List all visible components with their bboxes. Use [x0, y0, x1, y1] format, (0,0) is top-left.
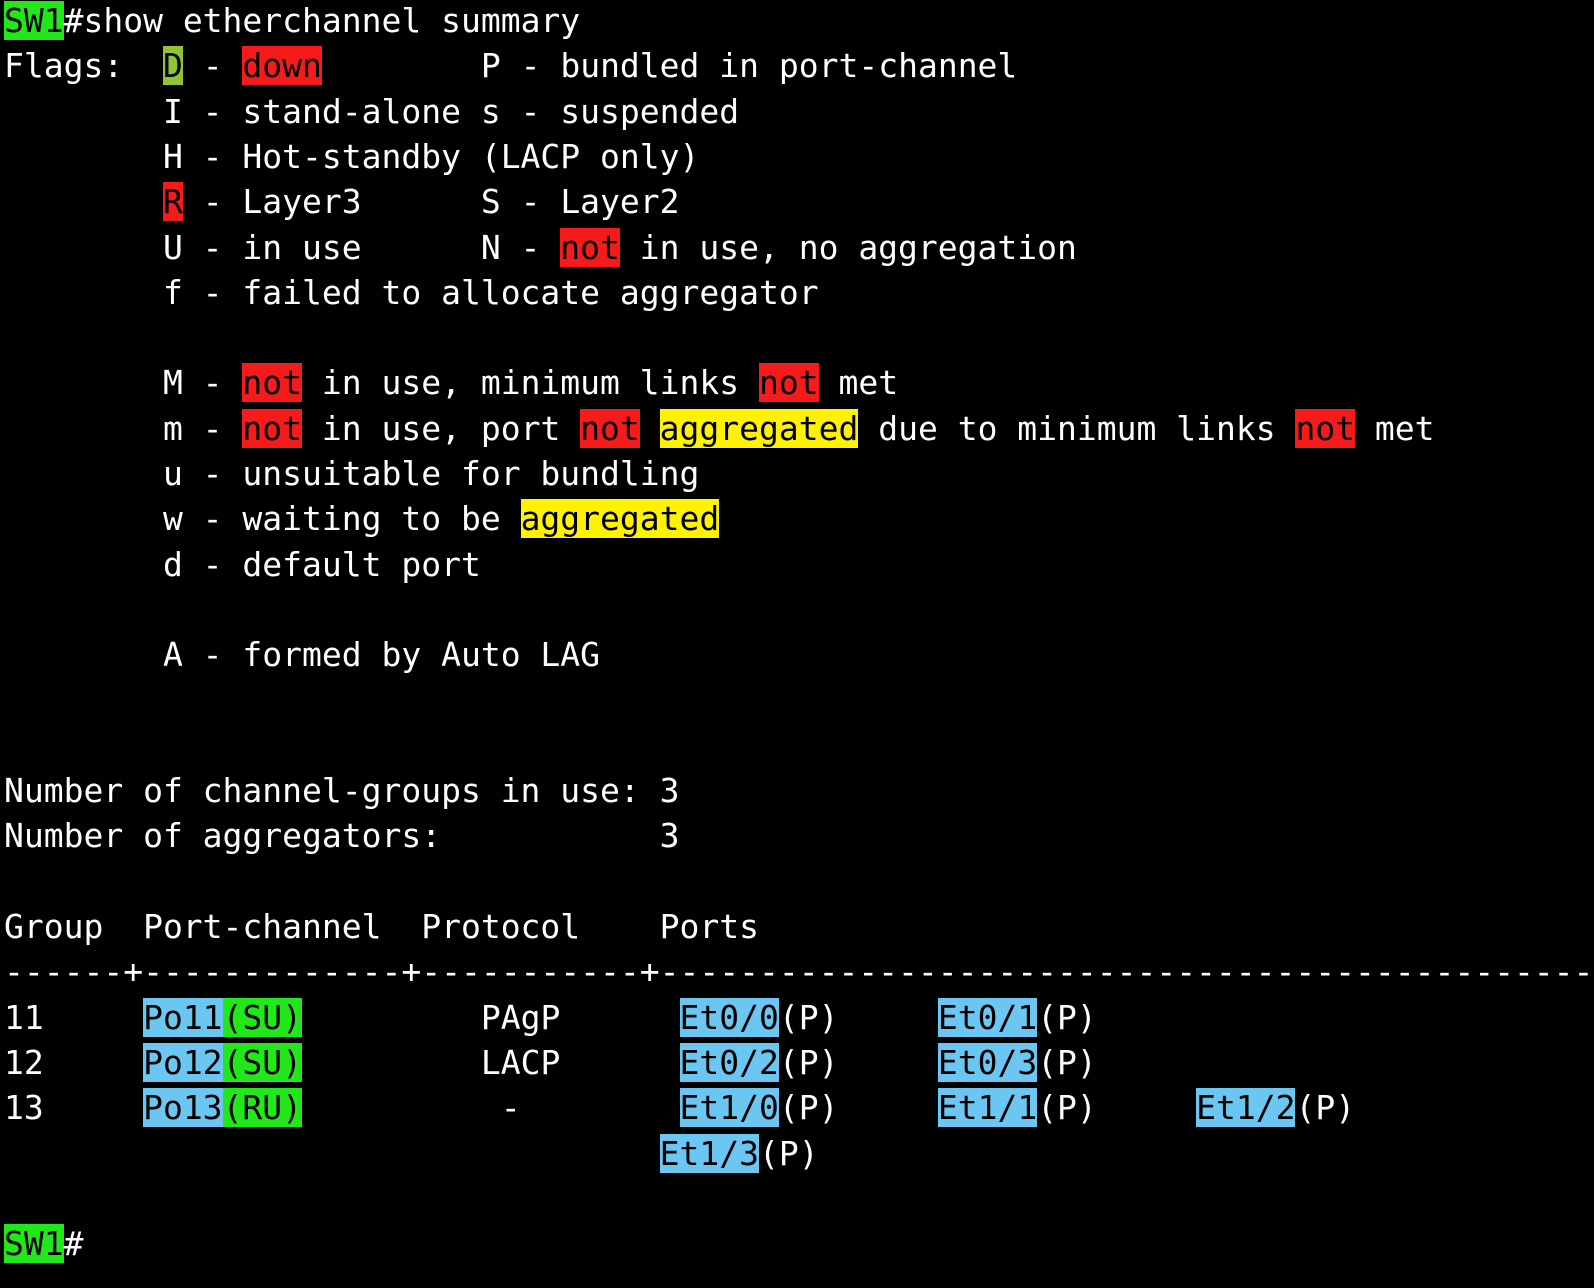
table-row: 13 Po13(RU) - Et1/0(P) Et1/1(P) Et1/2(P) — [4, 1085, 1355, 1130]
highlighted-text: Et0/3 — [937, 1042, 1038, 1082]
highlighted-text: Po12 — [143, 1042, 223, 1082]
highlighted-text: Et0/2 — [679, 1042, 779, 1082]
terminal-window[interactable]: SW1#show etherchannel summary Flags: D - … — [0, 0, 1594, 1288]
highlighted-text: not — [759, 363, 819, 403]
flags-line: f - failed to allocate aggregator — [4, 270, 819, 315]
highlighted-text: Et1/0 — [679, 1088, 779, 1128]
terminal-text: LACP — [302, 1042, 680, 1082]
highlighted-text: not — [580, 408, 640, 448]
terminal-text: m - — [4, 408, 243, 448]
highlighted-text: Et0/0 — [679, 997, 779, 1037]
flags-line: w - waiting to be aggregated — [4, 496, 720, 541]
terminal-text: (P) — [778, 997, 938, 1037]
flags-line: R - Layer3 S - Layer2 — [4, 179, 680, 224]
terminal-text: met — [818, 363, 899, 403]
terminal-text: in use, port — [302, 408, 581, 448]
flags-line: d - default port — [4, 542, 481, 587]
highlighted-text: (SU) — [222, 1042, 303, 1082]
terminal-text: Flags: — [4, 46, 163, 86]
flags-line: A - formed by Auto LAG — [4, 632, 600, 677]
highlighted-text: not — [242, 408, 303, 448]
terminal-text: in use, no aggregation — [619, 227, 1077, 267]
terminal-text: I - stand-alone s - suspended — [4, 91, 740, 131]
terminal-text: 12 — [4, 1042, 144, 1082]
summary-line: Number of aggregators: 3 — [4, 813, 680, 858]
flags-line: M - not in use, minimum links not met — [4, 360, 898, 405]
flags-line: Flags: D - down P - bundled in port-chan… — [4, 43, 1017, 88]
highlighted-text: Po11 — [143, 997, 223, 1037]
terminal-text: (P) — [778, 1088, 938, 1128]
highlighted-text: not — [242, 363, 303, 403]
terminal-text: U - in use N - — [4, 227, 561, 267]
terminal-text: #show etherchannel summary — [63, 1, 581, 40]
highlighted-text: Et1/1 — [937, 1088, 1038, 1128]
flags-line: H - Hot-standby (LACP only) — [4, 134, 699, 179]
table-header: Group Port-channel Protocol Ports — [4, 904, 759, 949]
terminal-text: H - Hot-standby (LACP only) — [4, 136, 700, 176]
highlighted-text: (SU) — [222, 997, 303, 1037]
highlighted-text: Po13 — [143, 1088, 223, 1128]
terminal-text: 13 — [4, 1088, 144, 1128]
terminal-text: - Layer3 S - Layer2 — [182, 182, 680, 222]
terminal-text: (P) — [778, 1042, 938, 1082]
highlighted-text: aggregated — [520, 499, 720, 539]
highlighted-text: Et0/1 — [937, 997, 1038, 1037]
terminal-text: w - waiting to be — [4, 499, 521, 539]
terminal-text: d - default port — [4, 544, 481, 584]
highlighted-text: Et1/2 — [1196, 1088, 1296, 1128]
table-row: 12 Po12(SU) LACP Et0/2(P) Et0/3(P) — [4, 1040, 1097, 1085]
terminal-text: (P) — [1295, 1088, 1356, 1128]
table-row-continuation: Et1/3(P) — [4, 1131, 819, 1176]
highlighted-text: aggregated — [659, 408, 859, 448]
flags-line: m - not in use, port not aggregated due … — [4, 406, 1435, 451]
command-line: SW1#show etherchannel summary — [4, 0, 580, 43]
terminal-text: f - failed to allocate aggregator — [4, 272, 819, 312]
highlighted-text: not — [1295, 408, 1356, 448]
flags-line: I - stand-alone s - suspended — [4, 89, 739, 134]
terminal-text: Group Port-channel Protocol Ports — [4, 907, 759, 946]
terminal-text: ------+-------------+-----------+-------… — [4, 952, 1594, 992]
terminal-text: (P) — [1037, 1088, 1197, 1128]
summary-line: Number of channel-groups in use: 3 — [4, 768, 680, 813]
prompt-line: SW1# — [4, 1221, 83, 1266]
terminal-text: - — [302, 1088, 680, 1128]
highlighted-text: (RU) — [222, 1088, 303, 1128]
terminal-text: Number of channel-groups in use: 3 — [4, 771, 680, 811]
terminal-text: # — [63, 1224, 84, 1264]
highlighted-text: SW1 — [4, 1, 64, 40]
terminal-text: due to minimum links — [858, 408, 1296, 448]
highlighted-text: SW1 — [4, 1224, 64, 1264]
terminal-text: A - formed by Auto LAG — [4, 635, 601, 675]
terminal-text: in use, minimum links — [302, 363, 759, 403]
terminal-text: 11 — [4, 997, 144, 1037]
terminal-text: M - — [4, 363, 243, 403]
terminal-text: (P) — [758, 1133, 819, 1173]
highlighted-text: down — [242, 46, 322, 86]
table-row: 11 Po11(SU) PAgP Et0/0(P) Et0/1(P) — [4, 995, 1097, 1040]
flags-line: u - unsuitable for bundling — [4, 451, 699, 496]
terminal-text: (P) — [1037, 1042, 1097, 1082]
highlighted-text: not — [560, 227, 620, 267]
terminal-text: Number of aggregators: 3 — [4, 816, 680, 856]
highlighted-text: D — [162, 46, 183, 86]
terminal-text: PAgP — [302, 997, 680, 1037]
terminal-text: P - bundled in port-channel — [321, 46, 1018, 86]
terminal-text: (P) — [1037, 997, 1097, 1037]
flags-line: U - in use N - not in use, no aggregatio… — [4, 225, 1077, 270]
terminal-text: u - unsuitable for bundling — [4, 454, 700, 493]
highlighted-text: R — [162, 182, 183, 222]
terminal-text: - — [182, 46, 243, 86]
terminal-text: met — [1355, 408, 1435, 448]
highlighted-text: Et1/3 — [659, 1133, 759, 1173]
table-divider: ------+-------------+-----------+-------… — [4, 949, 1593, 994]
